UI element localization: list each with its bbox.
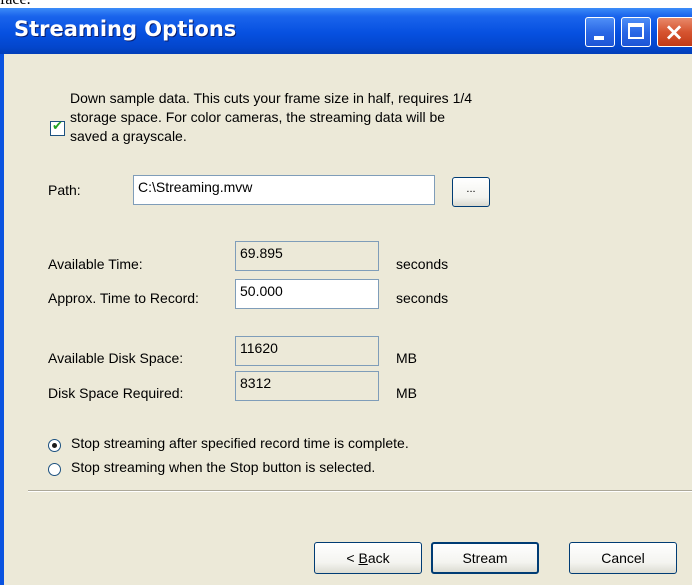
- available-time-field: 69.895: [235, 241, 379, 271]
- available-time-label: Available Time:: [48, 256, 143, 272]
- minimize-icon: [594, 36, 604, 40]
- stop-after-time-radio[interactable]: [48, 439, 61, 452]
- browse-button[interactable]: ...: [452, 177, 490, 207]
- minimize-button[interactable]: [585, 17, 615, 47]
- back-mnemonic: B: [358, 550, 368, 566]
- disk-required-unit: MB: [396, 385, 417, 401]
- stop-on-button-radio[interactable]: [48, 463, 61, 476]
- back-button[interactable]: < Back: [314, 542, 422, 574]
- back-rest: ack: [367, 550, 390, 566]
- caption-fragment: face.: [0, 0, 692, 8]
- dialog-body: ✔ Down sample data. This cuts your frame…: [4, 54, 692, 585]
- path-input[interactable]: C:\Streaming.mvw: [133, 175, 435, 205]
- checkmark-icon: ✔: [52, 119, 63, 134]
- maximize-button[interactable]: [621, 17, 651, 47]
- stream-button[interactable]: Stream: [431, 542, 539, 574]
- path-label: Path:: [48, 182, 81, 198]
- radio-selected-dot: [52, 443, 57, 448]
- available-disk-unit: MB: [396, 350, 417, 366]
- streaming-options-dialog: Streaming Options × ✔ Down sample data. …: [0, 8, 692, 585]
- disk-required-label: Disk Space Required:: [48, 385, 184, 401]
- record-time-label: Approx. Time to Record:: [48, 290, 199, 306]
- window-title: Streaming Options: [14, 17, 237, 41]
- disk-required-field: 8312: [235, 371, 379, 401]
- available-time-unit: seconds: [396, 256, 449, 272]
- cancel-button[interactable]: Cancel: [569, 542, 677, 574]
- record-time-unit: seconds: [396, 290, 449, 306]
- title-bar[interactable]: Streaming Options ×: [0, 8, 692, 54]
- downsample-line-3: saved a grayscale.: [70, 128, 187, 144]
- back-prefix: <: [346, 550, 359, 566]
- button-separator-highlight: [28, 491, 692, 492]
- downsample-checkbox[interactable]: ✔: [50, 119, 65, 136]
- available-disk-label: Available Disk Space:: [48, 350, 184, 366]
- downsample-line-2: storage space. For color cameras, the st…: [70, 109, 446, 125]
- close-icon: ×: [664, 18, 685, 46]
- stop-on-button-label[interactable]: Stop streaming when the Stop button is s…: [71, 459, 375, 475]
- record-time-input[interactable]: 50.000: [235, 279, 379, 309]
- close-button[interactable]: ×: [657, 17, 692, 47]
- maximize-icon: [628, 23, 644, 39]
- stop-after-time-label[interactable]: Stop streaming after specified record ti…: [71, 435, 409, 451]
- downsample-line-1: Down sample data. This cuts your frame s…: [70, 90, 473, 106]
- caption-fragment-text: face.: [0, 0, 31, 8]
- available-disk-field: 11620: [235, 336, 379, 366]
